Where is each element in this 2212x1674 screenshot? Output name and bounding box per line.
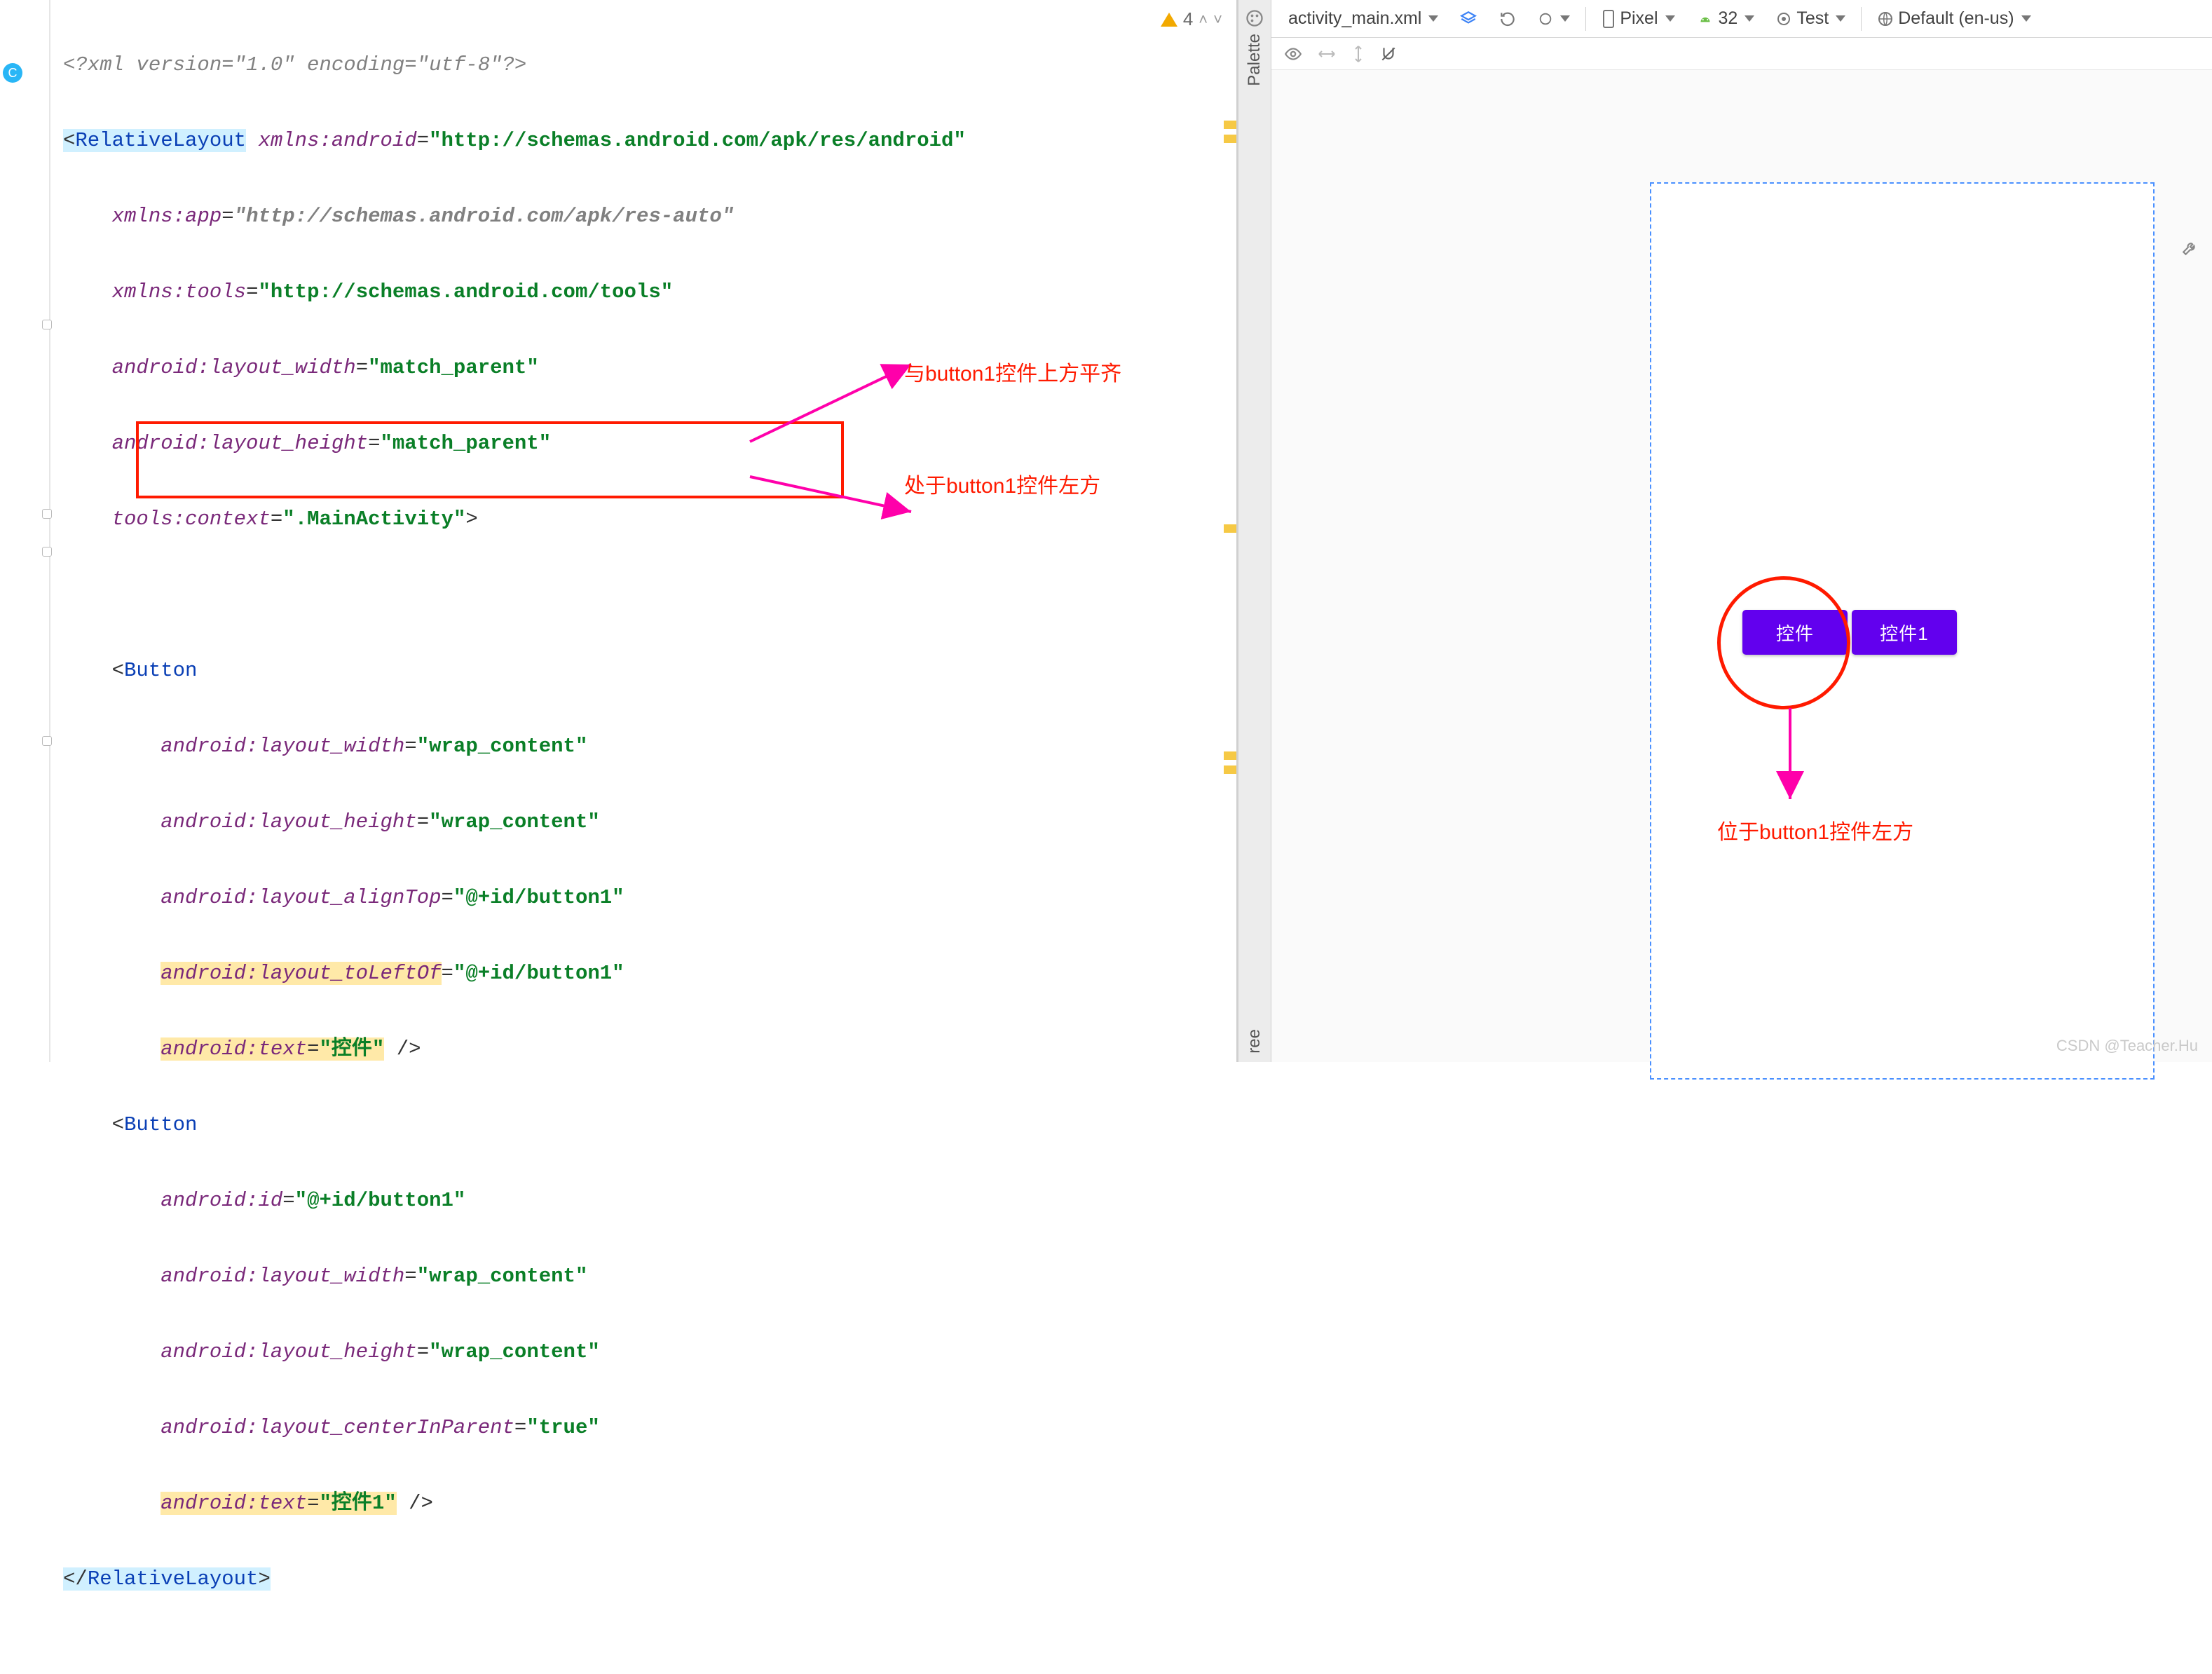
palette-icon <box>1245 8 1264 28</box>
moon-icon <box>1538 11 1553 27</box>
val: http://schemas.android.com/apk/res/andro… <box>442 129 954 152</box>
val: @+id/button1 <box>307 1189 453 1212</box>
attr: xmlns:app <box>112 205 222 228</box>
orientation-toggle[interactable] <box>1493 7 1522 31</box>
design-canvas[interactable]: 控件 控件1 位于button1控件左方 CSDN @Teacher.Hu <box>1271 70 2212 1062</box>
layers-icon <box>1459 10 1477 28</box>
tag: Button <box>124 659 197 682</box>
inspection-stripe[interactable] <box>1224 765 1236 774</box>
attr: xmlns:android <box>258 129 416 152</box>
design-view-options-bar <box>1271 38 2212 70</box>
phone-icon <box>1602 9 1616 29</box>
separator <box>1861 7 1862 31</box>
attr: android:layout_height <box>112 432 368 455</box>
annotation-highlight-circle <box>1717 576 1850 709</box>
wrench-icon[interactable] <box>2181 238 2199 261</box>
file-name: activity_main.xml <box>1288 8 1421 29</box>
val: match_parent <box>392 432 539 455</box>
attr: android:layout_height <box>161 810 416 833</box>
chevron-up-icon[interactable]: ˄ <box>1199 11 1208 29</box>
preview-button-center[interactable]: 控件1 <box>1852 610 1957 655</box>
inspection-stripe[interactable] <box>1224 751 1236 760</box>
attr: android:layout_centerInParent <box>161 1416 514 1439</box>
rotate-icon <box>1498 10 1517 28</box>
attr: android:layout_height <box>161 1340 416 1363</box>
attr: android:layout_width <box>112 356 356 379</box>
fold-toggle-icon[interactable] <box>42 547 52 557</box>
attr: xmlns:tools <box>112 280 246 304</box>
design-surface-toggle[interactable] <box>1454 7 1483 31</box>
val: wrap_content <box>442 1340 588 1363</box>
attr: android:text <box>161 1492 307 1515</box>
api-level-selector[interactable]: 32 <box>1691 6 1761 32</box>
separator <box>1585 7 1586 31</box>
attr: android:layout_alignTop <box>161 886 441 909</box>
device-name: Pixel <box>1620 8 1658 29</box>
theme-icon <box>1775 11 1792 27</box>
fold-toggle-icon[interactable] <box>42 509 52 519</box>
palette-tool-window-tab[interactable]: Palette <box>1238 0 1271 1062</box>
val: @+id/button1 <box>465 886 612 909</box>
attr: android:text <box>161 1037 307 1061</box>
pan-vertical-icon[interactable] <box>1351 43 1365 64</box>
annotation-text: 处于button1控件左方 <box>904 468 1100 499</box>
val: http://schemas.android.com/tools <box>271 280 661 304</box>
tag: Button <box>124 1113 197 1136</box>
night-mode-toggle[interactable] <box>1532 8 1576 29</box>
annotation-text: 与button1控件上方平齐 <box>904 356 1121 387</box>
fold-toggle-icon[interactable] <box>42 320 52 329</box>
attr: android:layout_toLeftOf <box>161 962 441 985</box>
xml-code-editor[interactable]: C 4 ˄ ˅ <?xml version="1.0" encoding="ut… <box>0 0 1238 1062</box>
val: http://schemas.android.com/apk/res-auto <box>246 205 722 228</box>
globe-icon <box>1877 11 1894 27</box>
val: .MainActivity <box>295 508 453 531</box>
locale-name: Default (en-us) <box>1898 8 2014 29</box>
val: 控件1 <box>332 1492 384 1515</box>
chevron-down-icon[interactable]: ˅ <box>1213 11 1222 29</box>
attr: android:id <box>161 1189 282 1212</box>
android-icon <box>1696 10 1714 28</box>
component-tree-tab[interactable]: ree <box>1238 1006 1271 1062</box>
theme-selector[interactable]: Test <box>1770 6 1851 32</box>
editor-gutter: C <box>0 0 50 1062</box>
val: wrap_content <box>429 1265 575 1288</box>
inspection-stripe[interactable] <box>1224 135 1236 143</box>
val: match_parent <box>381 356 527 379</box>
tree-tab-label: ree <box>1245 1029 1264 1054</box>
theme-name: Test <box>1796 8 1829 29</box>
attr: android:layout_width <box>161 1265 404 1288</box>
val: true <box>539 1416 588 1439</box>
api-level: 32 <box>1719 8 1738 29</box>
tag: RelativeLayout <box>75 129 246 152</box>
val: wrap_content <box>429 735 575 758</box>
inspection-stripe[interactable] <box>1224 121 1236 129</box>
device-selector[interactable]: Pixel <box>1596 6 1680 32</box>
layout-design-surface: activity_main.xml Pixel 32 Test <box>1271 0 2212 1062</box>
watermark-text: CSDN @Teacher.Hu <box>2056 1037 2198 1055</box>
annotation-text: 位于button1控件左方 <box>1717 815 1913 845</box>
magnet-icon[interactable] <box>1379 45 1398 63</box>
code-content-area[interactable]: <?xml version="1.0" encoding="utf-8"?> <… <box>63 8 1194 1674</box>
val: 控件 <box>332 1037 372 1061</box>
palette-tab-label: Palette <box>1245 34 1264 86</box>
tag: RelativeLayout <box>88 1567 259 1591</box>
code-text: <?xml version="1.0" encoding="utf-8"?> <box>63 53 526 76</box>
pan-horizontal-icon[interactable] <box>1316 47 1337 61</box>
view-options-icon[interactable] <box>1284 45 1302 63</box>
locale-selector[interactable]: Default (en-us) <box>1871 6 2036 32</box>
val: @+id/button1 <box>465 962 612 985</box>
gutter-change-marker[interactable]: C <box>3 63 22 83</box>
file-selector[interactable]: activity_main.xml <box>1283 6 1444 32</box>
fold-toggle-icon[interactable] <box>42 736 52 746</box>
val: wrap_content <box>442 810 588 833</box>
attr: android:layout_width <box>161 735 404 758</box>
inspection-stripe[interactable] <box>1224 524 1236 533</box>
design-toolbar: activity_main.xml Pixel 32 Test <box>1271 0 2212 38</box>
attr: tools:context <box>112 508 271 531</box>
